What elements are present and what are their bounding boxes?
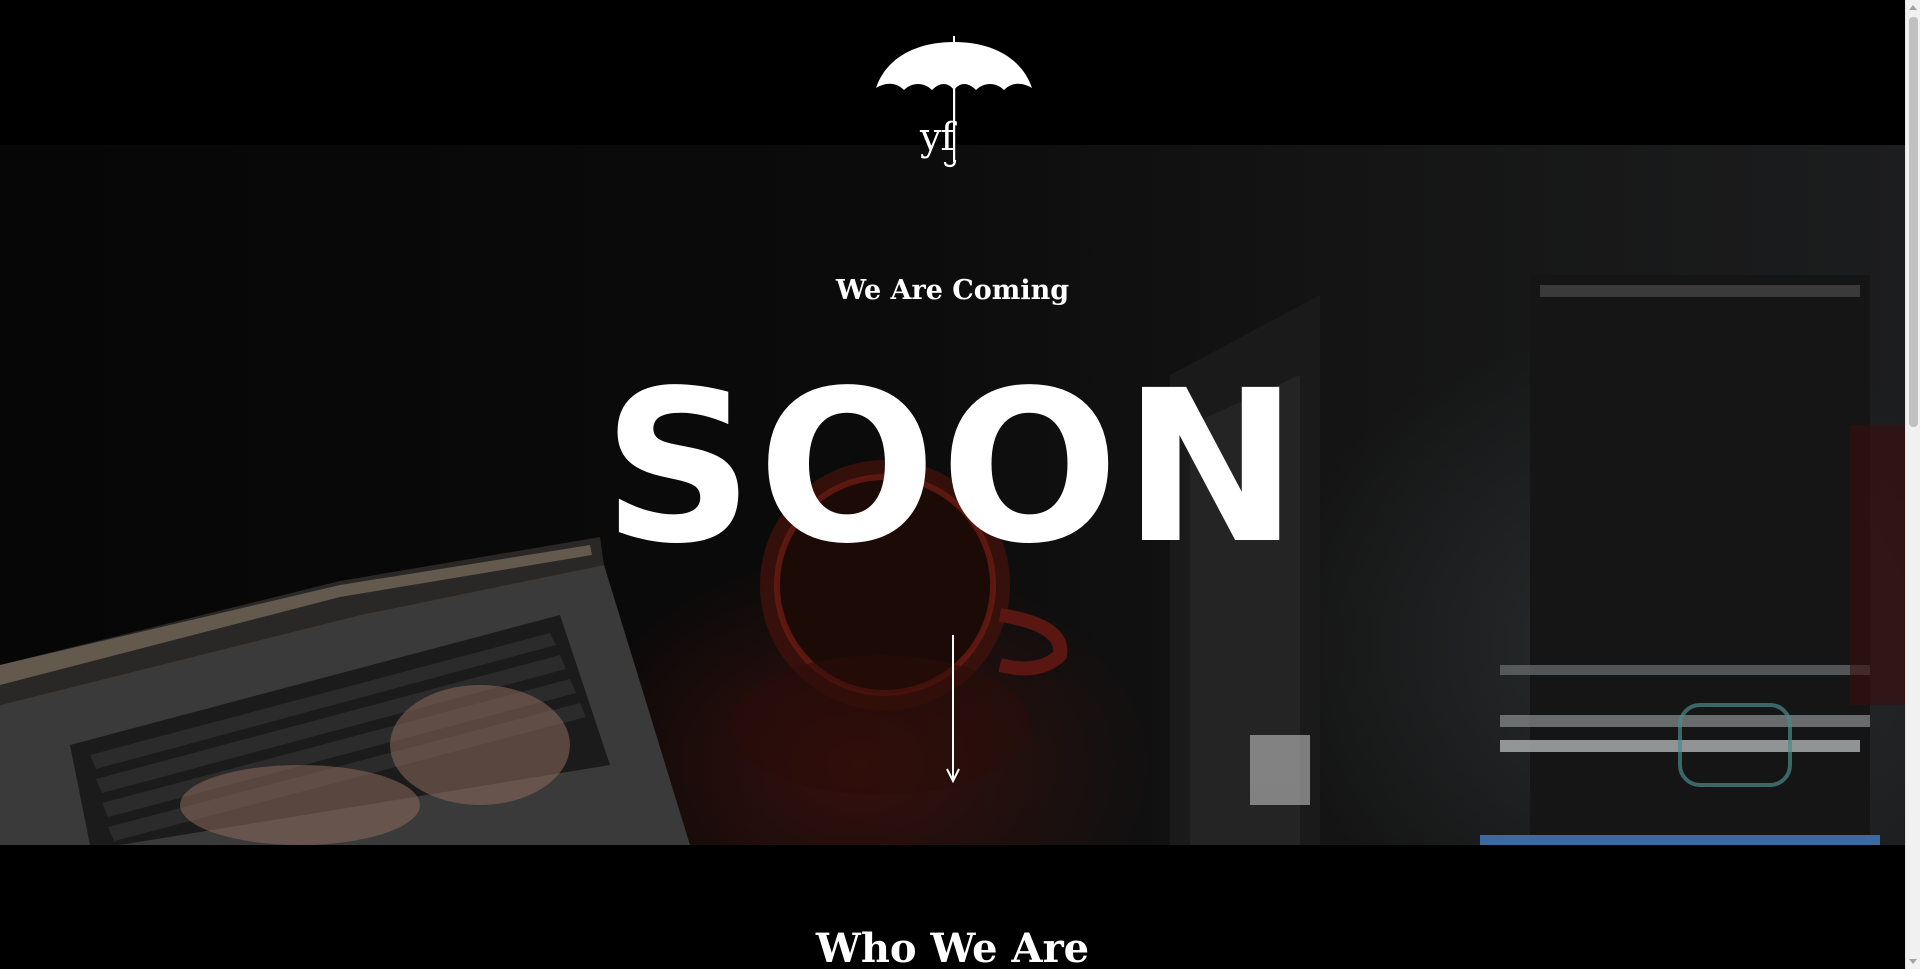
hero-subtitle: We Are Coming (835, 275, 1070, 306)
hero-section: We Are Coming SOON (0, 145, 1905, 845)
about-section: Who We Are (0, 845, 1905, 969)
umbrella-icon (876, 36, 1032, 168)
scroll-up-icon[interactable] (1909, 5, 1917, 10)
logo-text: yf (920, 115, 955, 159)
hero-title: SOON (602, 345, 1303, 590)
page-scrollbar[interactable] (1905, 0, 1920, 969)
arrow-down-icon[interactable] (944, 635, 962, 785)
landing-page: yf We Are Coming SOON Who We Are (0, 0, 1905, 969)
about-heading: Who We Are (815, 925, 1090, 969)
scroll-down-icon[interactable] (1909, 959, 1917, 964)
site-logo[interactable]: yf (872, 36, 1036, 168)
scrollbar-thumb[interactable] (1909, 17, 1918, 427)
